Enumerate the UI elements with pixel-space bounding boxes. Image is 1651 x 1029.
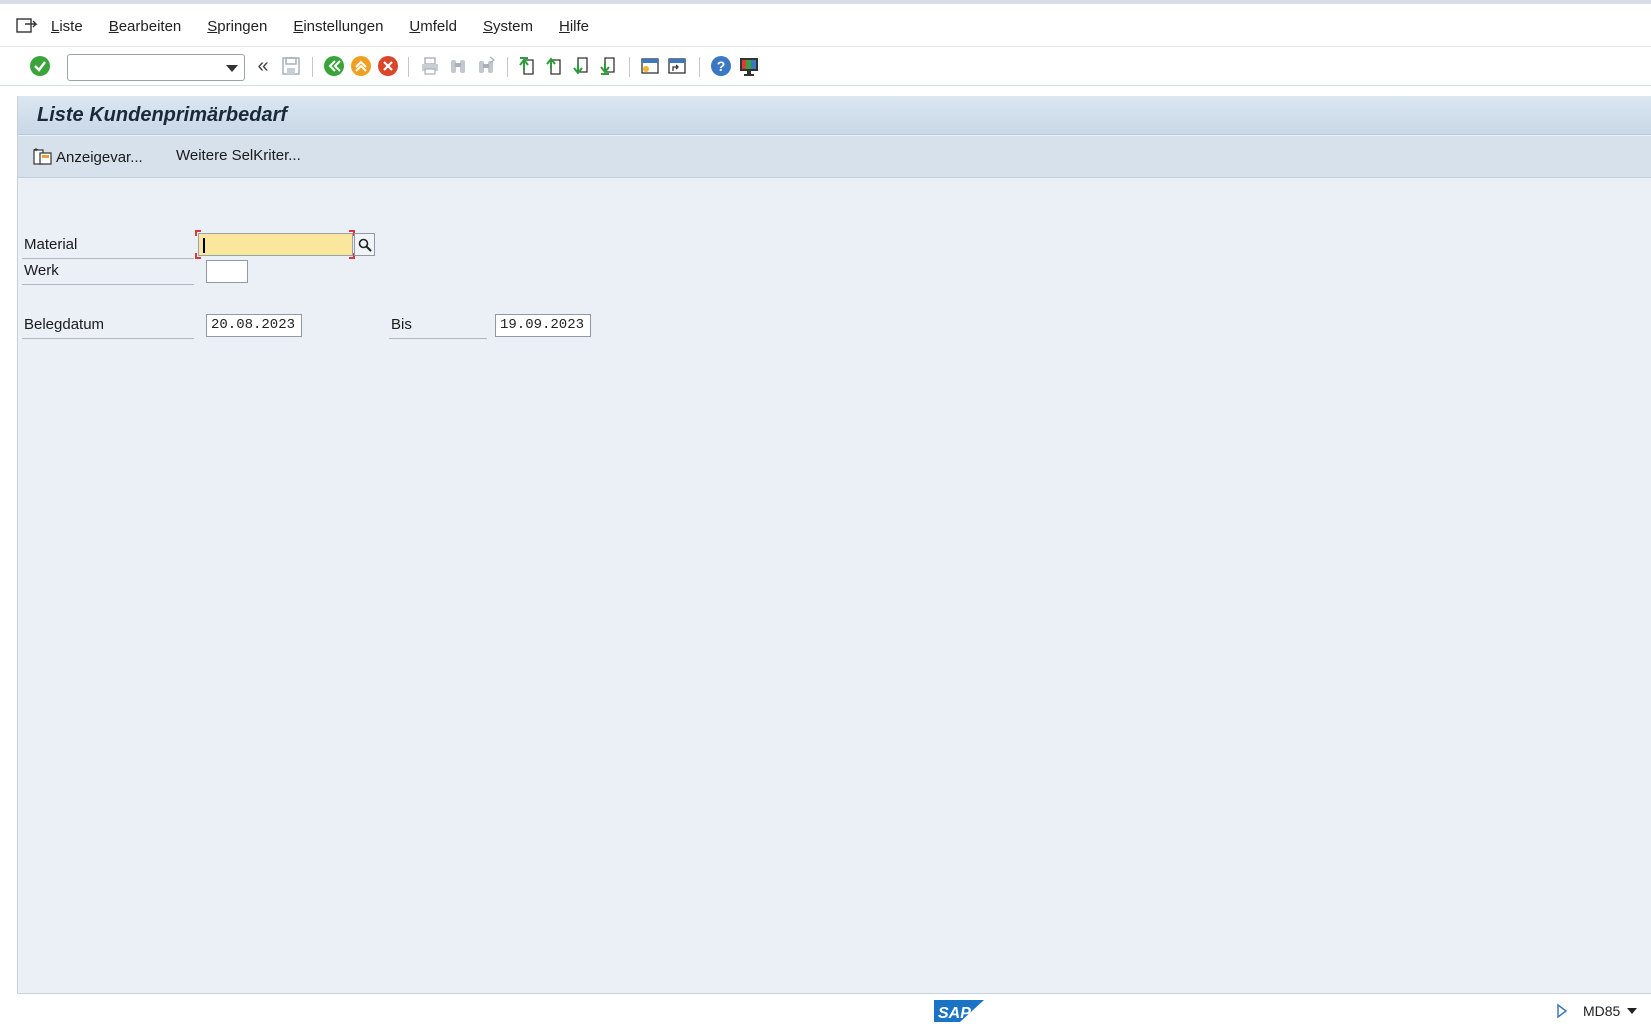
cancel-icon [378,56,398,76]
create-session-button[interactable] [638,54,662,78]
collapse-command-button[interactable]: « [251,54,275,78]
standard-toolbar: « ? [0,48,1651,86]
chevron-down-icon[interactable] [226,65,238,72]
label-underline [22,338,194,339]
sap-logo: SAP [934,1000,984,1022]
document-date-label: Belegdatum [24,316,105,333]
command-field[interactable] [67,54,245,81]
search-icon [358,238,372,252]
label-underline [389,338,487,339]
customize-layout-button[interactable] [737,54,761,78]
chevron-down-icon[interactable] [1627,1008,1637,1014]
more-selection-criteria-label: Weitere SelKriter... [176,147,301,164]
next-page-icon [573,57,588,75]
last-page-icon [600,57,615,75]
display-variant-button[interactable]: Anzeigevar... [32,147,143,167]
play-icon[interactable] [1556,1003,1568,1019]
title-bar: Liste Kundenprimärbedarf [18,96,1651,135]
menu-bar: Liste Bearbeiten Springen Einstellungen … [0,4,1651,47]
menu-springen[interactable]: Springen [207,18,267,35]
exit-button[interactable] [349,54,373,78]
print-icon [422,57,438,75]
display-variant-label: Anzeigevar... [56,148,143,166]
save-button[interactable] [279,54,303,78]
document-date-from-input[interactable]: 20.08.2023 [206,314,302,337]
menu-umfeld[interactable]: Umfeld [409,18,457,35]
last-page-button[interactable] [596,54,620,78]
help-icon: ? [711,56,731,76]
binoculars-next-icon [479,56,496,73]
application-toolbar: Anzeigevar... Weitere SelKriter... [18,136,1651,178]
menu-hilfe[interactable]: Hilfe [559,18,589,35]
save-icon [282,57,300,75]
cancel-button[interactable] [376,54,400,78]
first-page-button[interactable] [515,54,539,78]
toolbar-separator [408,57,409,77]
toolbar-separator [312,57,313,77]
generate-shortcut-button[interactable] [665,54,689,78]
label-underline [22,284,194,285]
display-variant-icon [33,148,52,165]
material-input[interactable] [198,233,353,256]
find-button[interactable] [446,54,470,78]
focus-corner [195,230,201,236]
next-page-button[interactable] [569,54,593,78]
system-menu-icon[interactable] [16,17,38,35]
toolbar-separator [699,57,700,77]
menu-einstellungen[interactable]: Einstellungen [293,18,383,35]
date-to-label: Bis [391,316,412,333]
label-underline [22,258,194,259]
back-button[interactable] [322,54,346,78]
toolbar-separator [629,57,630,77]
status-bar: SAP MD85 [0,994,1651,1029]
monitor-color-icon [740,58,758,76]
new-window-icon [641,58,659,74]
screen-area: Liste Kundenprimärbedarf Anzeigevar... W… [17,96,1651,994]
material-search-help-button[interactable] [354,233,375,256]
svg-text:?: ? [717,58,726,74]
back-icon [324,56,344,76]
binoculars-icon [451,60,465,73]
help-button[interactable]: ? [709,54,733,78]
svg-text:SAP: SAP [938,1005,971,1022]
text-cursor [203,238,205,253]
menu-bearbeiten[interactable]: Bearbeiten [109,18,182,35]
material-label: Material [24,236,78,253]
previous-page-icon [546,57,561,75]
document-date-to-input[interactable]: 19.09.2023 [495,314,591,337]
double-chevron-left-icon: « [257,54,269,77]
shortcut-icon [668,58,686,74]
checkmark-icon [30,56,50,76]
more-selection-criteria-button[interactable]: Weitere SelKriter... [176,147,301,164]
first-page-icon [519,57,534,75]
command-input[interactable] [68,55,218,80]
exit-icon [351,56,371,76]
page-title: Liste Kundenprimärbedarf [37,104,288,126]
plant-label: Werk [24,262,59,279]
plant-input[interactable] [206,260,248,283]
print-button[interactable] [418,54,442,78]
menu-liste[interactable]: Liste [51,18,83,35]
transaction-code: MD85 [1583,1003,1621,1019]
menu-system[interactable]: System [483,18,533,35]
previous-page-button[interactable] [542,54,566,78]
toolbar-separator [507,57,508,77]
focus-corner [195,253,201,259]
enter-button[interactable] [28,54,52,78]
find-next-button[interactable] [474,54,498,78]
